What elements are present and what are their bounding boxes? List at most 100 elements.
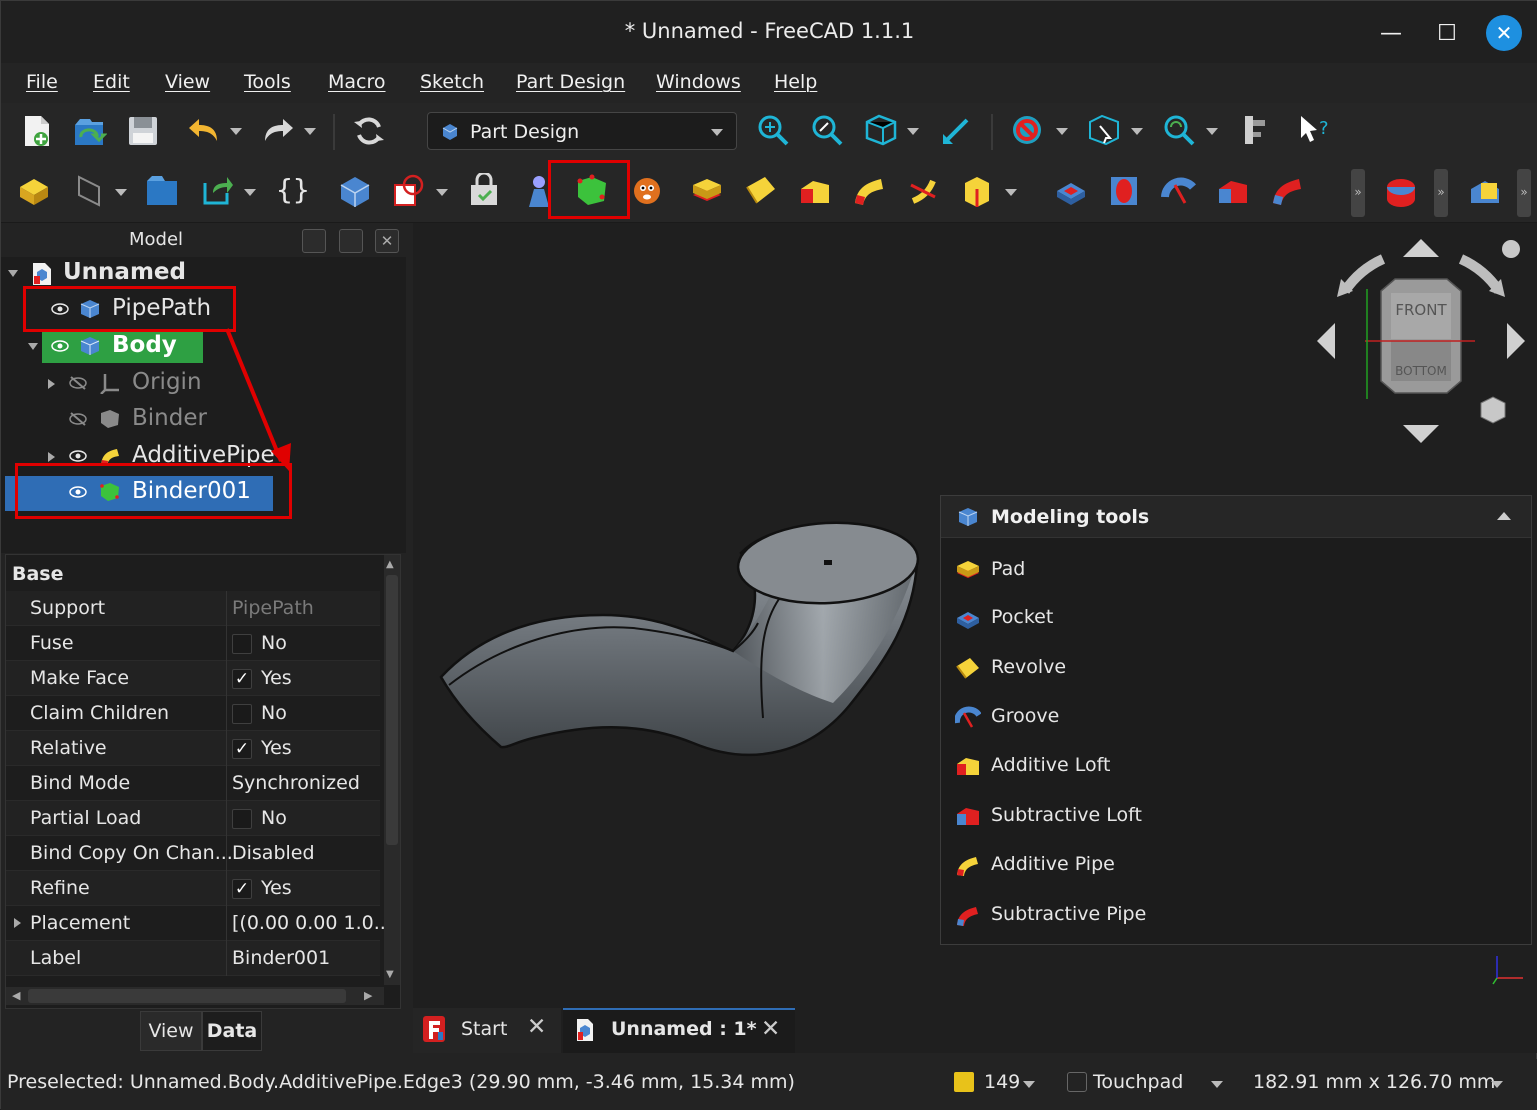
undo-dropdown-icon[interactable] (230, 128, 242, 135)
property-value[interactable]: Binder001 (232, 947, 330, 969)
property-row[interactable]: Relative ✓ Yes (6, 731, 380, 766)
menu-edit[interactable]: Edit (93, 71, 130, 93)
refresh-icon[interactable] (351, 113, 387, 149)
open-document-icon[interactable] (71, 113, 107, 149)
property-row[interactable]: Support PipePath (6, 591, 380, 626)
collapse-panel-icon[interactable] (1497, 512, 1511, 520)
tool-pad[interactable]: Pad (941, 550, 1531, 590)
selection-dropdown-icon[interactable] (1131, 128, 1143, 135)
menu-tools[interactable]: Tools (244, 71, 291, 93)
additive-helix-icon[interactable] (905, 173, 941, 209)
groove-icon[interactable] (1161, 173, 1197, 209)
close-tab-icon[interactable]: ✕ (761, 1016, 780, 1042)
primitive-dropdown-icon[interactable] (1005, 189, 1017, 196)
body-icon[interactable] (337, 173, 373, 209)
export-icon[interactable] (199, 173, 235, 209)
workbench-selector[interactable]: Part Design (427, 112, 737, 150)
expand-arrow-icon[interactable] (48, 379, 55, 389)
tree-item-body[interactable]: Body (1, 330, 406, 364)
navigation-style[interactable]: Touchpad (1093, 1071, 1183, 1093)
tool-groove[interactable]: Groove (941, 697, 1531, 737)
eye-icon[interactable] (69, 449, 87, 463)
scroll-left-icon[interactable]: ◀ (12, 989, 20, 1002)
binder-dropdown-icon[interactable] (436, 189, 448, 196)
panel-close-button[interactable]: ✕ (375, 229, 399, 253)
redo-icon[interactable] (259, 113, 295, 149)
hole-icon[interactable] (1107, 173, 1143, 209)
property-row[interactable]: Claim Children No (6, 696, 380, 731)
create-sketch-icon[interactable] (71, 173, 107, 209)
additive-primitive-icon[interactable] (959, 173, 995, 209)
tool-pocket[interactable]: Pocket (941, 598, 1531, 638)
redo-dropdown-icon[interactable] (304, 128, 316, 135)
property-row[interactable]: Refine ✓ Yes (6, 871, 380, 906)
fit-all-icon[interactable] (755, 112, 791, 148)
dimensions-dropdown-icon[interactable] (1491, 1081, 1503, 1088)
scrollbar-thumb[interactable] (28, 989, 346, 1003)
tab-unnamed[interactable]: Unnamed : 1* ✕ (563, 1008, 795, 1053)
property-row[interactable]: Make Face ✓ Yes (6, 661, 380, 696)
tool-additive-pipe[interactable]: Additive Pipe (941, 845, 1531, 885)
toolbar-overflow-button[interactable]: » (1351, 169, 1365, 217)
tool-additive-loft[interactable]: Additive Loft (941, 746, 1531, 786)
create-body-icon[interactable] (16, 173, 52, 209)
panel-float-button[interactable] (302, 229, 326, 253)
create-part-icon[interactable] (144, 173, 180, 209)
export-dropdown-icon[interactable] (244, 189, 256, 196)
panel-restore-button[interactable] (339, 229, 363, 253)
property-row[interactable]: Label Binder001 (6, 941, 380, 976)
menu-windows[interactable]: Windows (656, 71, 741, 93)
pad-icon[interactable] (689, 173, 725, 209)
tool-revolve[interactable]: Revolve (941, 648, 1531, 688)
property-row[interactable]: Placement [(0.00 0.00 1.0... (6, 906, 392, 941)
tree-item-binder[interactable]: Binder (1, 403, 406, 437)
braces-icon[interactable]: {} (276, 173, 310, 206)
tab-start[interactable]: Start ✕ (413, 1008, 561, 1053)
mascot-icon[interactable] (629, 173, 665, 209)
additive-loft-icon[interactable] (797, 173, 833, 209)
property-checkbox[interactable] (232, 809, 252, 829)
eye-icon[interactable] (51, 339, 69, 353)
menu-macro[interactable]: Macro (328, 71, 386, 93)
property-row[interactable]: Bind Mode Synchronized (6, 766, 380, 801)
collapse-arrow-icon[interactable] (8, 270, 18, 277)
property-row[interactable]: Bind Copy On Chan... Disabled (6, 836, 380, 871)
toolbar-overflow-button[interactable]: » (1517, 169, 1531, 217)
subtractive-primitive-icon[interactable] (1383, 173, 1419, 209)
pocket-icon[interactable] (1053, 173, 1089, 209)
property-row[interactable]: Fuse No (6, 626, 380, 661)
tool-subtractive-pipe[interactable]: Subtractive Pipe (941, 895, 1531, 935)
sketch-dropdown-icon[interactable] (115, 189, 127, 196)
navigation-cube[interactable]: FRONT BOTTOM (1311, 233, 1527, 453)
draw-style-dropdown-icon[interactable] (1056, 128, 1068, 135)
property-row[interactable]: Partial Load No (6, 801, 380, 836)
eye-hidden-icon[interactable] (69, 376, 87, 390)
standard-views-dropdown-icon[interactable] (907, 128, 919, 135)
measure-icon[interactable] (939, 112, 975, 148)
scrollbar-thumb[interactable] (386, 575, 398, 845)
scroll-up-icon[interactable]: ▲ (386, 559, 394, 570)
modeling-tools-header[interactable]: Modeling tools (941, 496, 1531, 538)
scroll-right-icon[interactable]: ▶ (364, 989, 372, 1002)
subtractive-pipe-icon[interactable] (1269, 173, 1305, 209)
zoom-icon[interactable] (1161, 112, 1197, 148)
property-value[interactable]: Disabled (232, 842, 315, 864)
measure-distance-icon[interactable] (1237, 112, 1273, 148)
toolbar-overflow-button[interactable]: » (1434, 169, 1448, 217)
expand-arrow-icon[interactable] (14, 918, 21, 928)
property-value[interactable]: PipePath (232, 597, 314, 619)
property-checkbox[interactable]: ✓ (232, 669, 252, 689)
whats-this-icon[interactable]: ? (1297, 112, 1333, 148)
tab-view[interactable]: View (140, 1011, 202, 1051)
property-value[interactable]: [(0.00 0.00 1.0... (232, 912, 392, 934)
boolean-icon[interactable] (1467, 173, 1503, 209)
subtractive-loft-icon[interactable] (1215, 173, 1251, 209)
tab-data[interactable]: Data (202, 1011, 262, 1051)
clone-icon[interactable] (467, 173, 503, 209)
zoom-dropdown-icon[interactable] (1206, 128, 1218, 135)
eye-hidden-icon[interactable] (69, 412, 87, 426)
property-checkbox[interactable]: ✓ (232, 879, 252, 899)
expand-arrow-icon[interactable] (48, 452, 55, 462)
menu-view[interactable]: View (165, 71, 210, 93)
undo-icon[interactable] (187, 113, 223, 149)
